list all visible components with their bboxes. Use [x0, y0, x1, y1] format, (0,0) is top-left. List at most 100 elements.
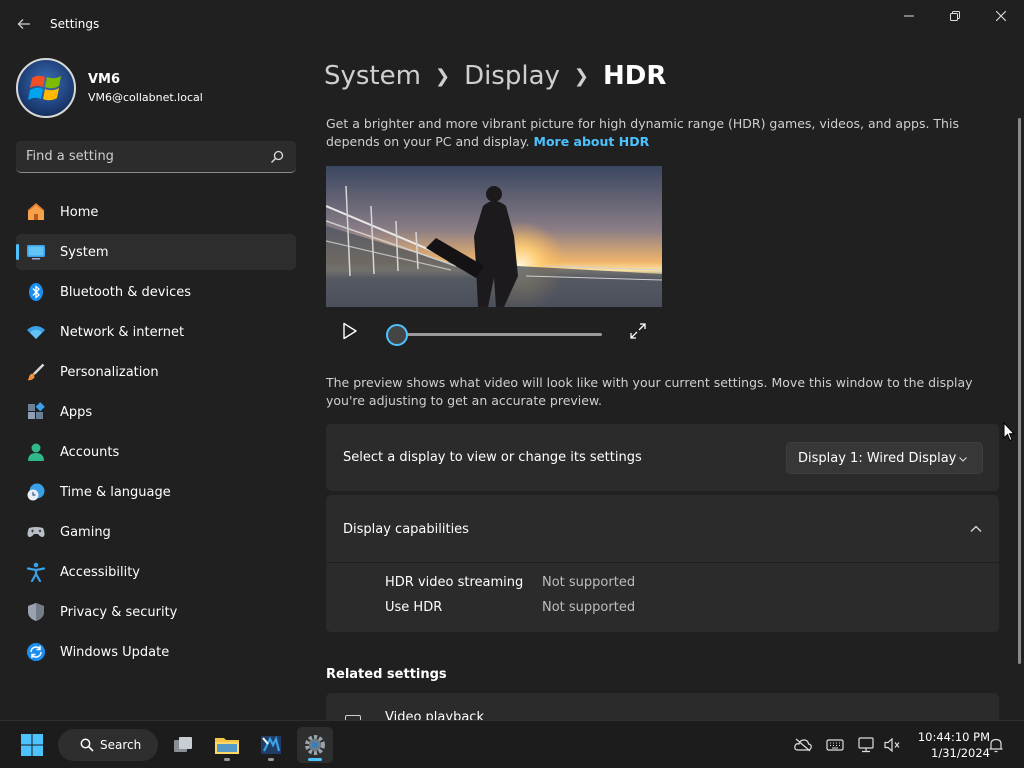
sidebar-item-accounts[interactable]: Accounts [16, 434, 296, 470]
sidebar-item-label: System [60, 244, 109, 260]
task-view-button[interactable] [165, 727, 201, 763]
mouse-cursor-icon [1003, 422, 1015, 442]
chevron-right-icon: ❯ [573, 65, 589, 87]
gear-icon [305, 735, 325, 755]
window-title: Settings [50, 17, 100, 31]
file-explorer-button[interactable] [209, 727, 245, 763]
display-capabilities-card: Display capabilities HDR video streaming… [326, 495, 999, 632]
taskbar: Search 10:44:10 PM 1/31/2024 [0, 720, 1024, 768]
slider-track [398, 333, 602, 336]
capability-value: Not supported [542, 575, 636, 590]
capability-name: Use HDR [385, 600, 443, 615]
display-capabilities-header[interactable]: Display capabilities [326, 495, 999, 563]
sidebar-item-apps[interactable]: Apps [16, 394, 296, 430]
brush-icon [25, 361, 47, 383]
select-display-card: Select a display to view or change its s… [326, 424, 999, 491]
display-capabilities-title: Display capabilities [343, 522, 469, 537]
close-icon [996, 11, 1006, 21]
sidebar-item-privacy-security[interactable]: Privacy & security [16, 594, 296, 630]
scrollbar[interactable] [1018, 118, 1021, 664]
back-button[interactable] [12, 12, 36, 36]
sidebar-item-gaming[interactable]: Gaming [16, 514, 296, 550]
sidebar-item-windows-update[interactable]: Windows Update [16, 634, 296, 670]
chevron-up-icon [970, 525, 982, 532]
update-icon [25, 641, 47, 663]
notifications-button[interactable] [988, 737, 1004, 753]
avatar [16, 58, 76, 118]
sidebar-item-label: Network & internet [60, 324, 185, 340]
search-icon [271, 150, 284, 163]
restore-icon [950, 11, 960, 21]
start-button[interactable] [14, 727, 50, 763]
hdr-video-preview [326, 166, 662, 307]
sidebar-nav: Home System Bluetooth & devices Network … [16, 194, 296, 674]
breadcrumb: System ❯ Display ❯ HDR [324, 58, 666, 94]
sidebar-item-time-language[interactable]: Time & language [16, 474, 296, 510]
editor-app-icon [261, 735, 281, 754]
user-email: VM6@collabnet.local [88, 91, 203, 104]
apps-icon [25, 401, 47, 423]
sidebar-item-label: Gaming [60, 524, 111, 540]
running-indicator [224, 758, 230, 761]
sidebar-item-network[interactable]: Network & internet [16, 314, 296, 350]
gamepad-icon [25, 521, 47, 543]
capability-value: Not supported [542, 600, 636, 615]
volume-muted-icon[interactable] [883, 736, 901, 754]
play-button[interactable] [339, 320, 361, 342]
folder-icon [215, 738, 239, 754]
sidebar-item-label: Accounts [60, 444, 120, 460]
sidebar-item-system[interactable]: System [16, 234, 296, 270]
sidebar-item-personalization[interactable]: Personalization [16, 354, 296, 390]
sidebar-item-label: Personalization [60, 364, 159, 380]
select-display-label: Select a display to view or change its s… [343, 450, 642, 465]
fullscreen-button[interactable] [628, 321, 648, 341]
hdr-description: Get a brighter and more vibrant picture … [326, 115, 986, 151]
onedrive-offline-icon[interactable] [794, 736, 812, 754]
search-box[interactable] [16, 141, 296, 173]
search-icon [80, 738, 94, 752]
sidebar-item-label: Time & language [60, 484, 171, 500]
keyboard-icon[interactable] [826, 736, 844, 754]
taskbar-clock[interactable]: 10:44:10 PM 1/31/2024 [906, 729, 990, 761]
breadcrumb-system[interactable]: System [324, 61, 421, 91]
user-profile[interactable]: VM6 VM6@collabnet.local [16, 58, 296, 118]
clock-globe-icon [25, 481, 47, 503]
page-title: HDR [603, 61, 667, 91]
taskbar-search[interactable]: Search [58, 729, 158, 761]
minimize-icon [904, 15, 914, 17]
sidebar-item-home[interactable]: Home [16, 194, 296, 230]
sidebar-item-label: Home [60, 204, 99, 220]
search-input[interactable] [26, 141, 266, 172]
system-icon [25, 241, 47, 263]
video-seek-slider[interactable] [386, 323, 606, 347]
more-about-hdr-link[interactable]: More about HDR [534, 134, 650, 149]
play-icon [343, 322, 357, 340]
sidebar-item-accessibility[interactable]: Accessibility [16, 554, 296, 590]
breadcrumb-display[interactable]: Display [464, 61, 560, 91]
sidebar-item-label: Privacy & security [60, 604, 178, 620]
minimize-button[interactable] [886, 4, 932, 28]
back-arrow-icon [17, 19, 30, 29]
clock-date: 1/31/2024 [931, 746, 990, 760]
sidebar-item-bluetooth[interactable]: Bluetooth & devices [16, 274, 296, 310]
accessibility-icon [25, 561, 47, 583]
windows-start-icon [21, 734, 43, 756]
video-frame-image [326, 166, 662, 307]
restore-button[interactable] [932, 4, 978, 28]
network-icon[interactable] [857, 736, 875, 754]
active-indicator [308, 758, 322, 761]
editor-app-button[interactable] [253, 727, 289, 763]
home-icon [25, 201, 47, 223]
bell-icon [989, 738, 1003, 753]
display-select-dropdown[interactable]: Display 1: Wired Display [786, 442, 983, 474]
running-indicator [268, 758, 274, 761]
settings-app-button[interactable] [297, 727, 333, 763]
related-settings-title: Related settings [326, 667, 447, 682]
bluetooth-icon [25, 281, 47, 303]
clock-time: 10:44:10 PM [917, 730, 990, 744]
taskbar-search-label: Search [100, 738, 142, 752]
slider-thumb[interactable] [386, 324, 408, 346]
wifi-icon [25, 321, 47, 343]
title-bar: Settings [0, 0, 1024, 48]
close-button[interactable] [978, 4, 1024, 28]
